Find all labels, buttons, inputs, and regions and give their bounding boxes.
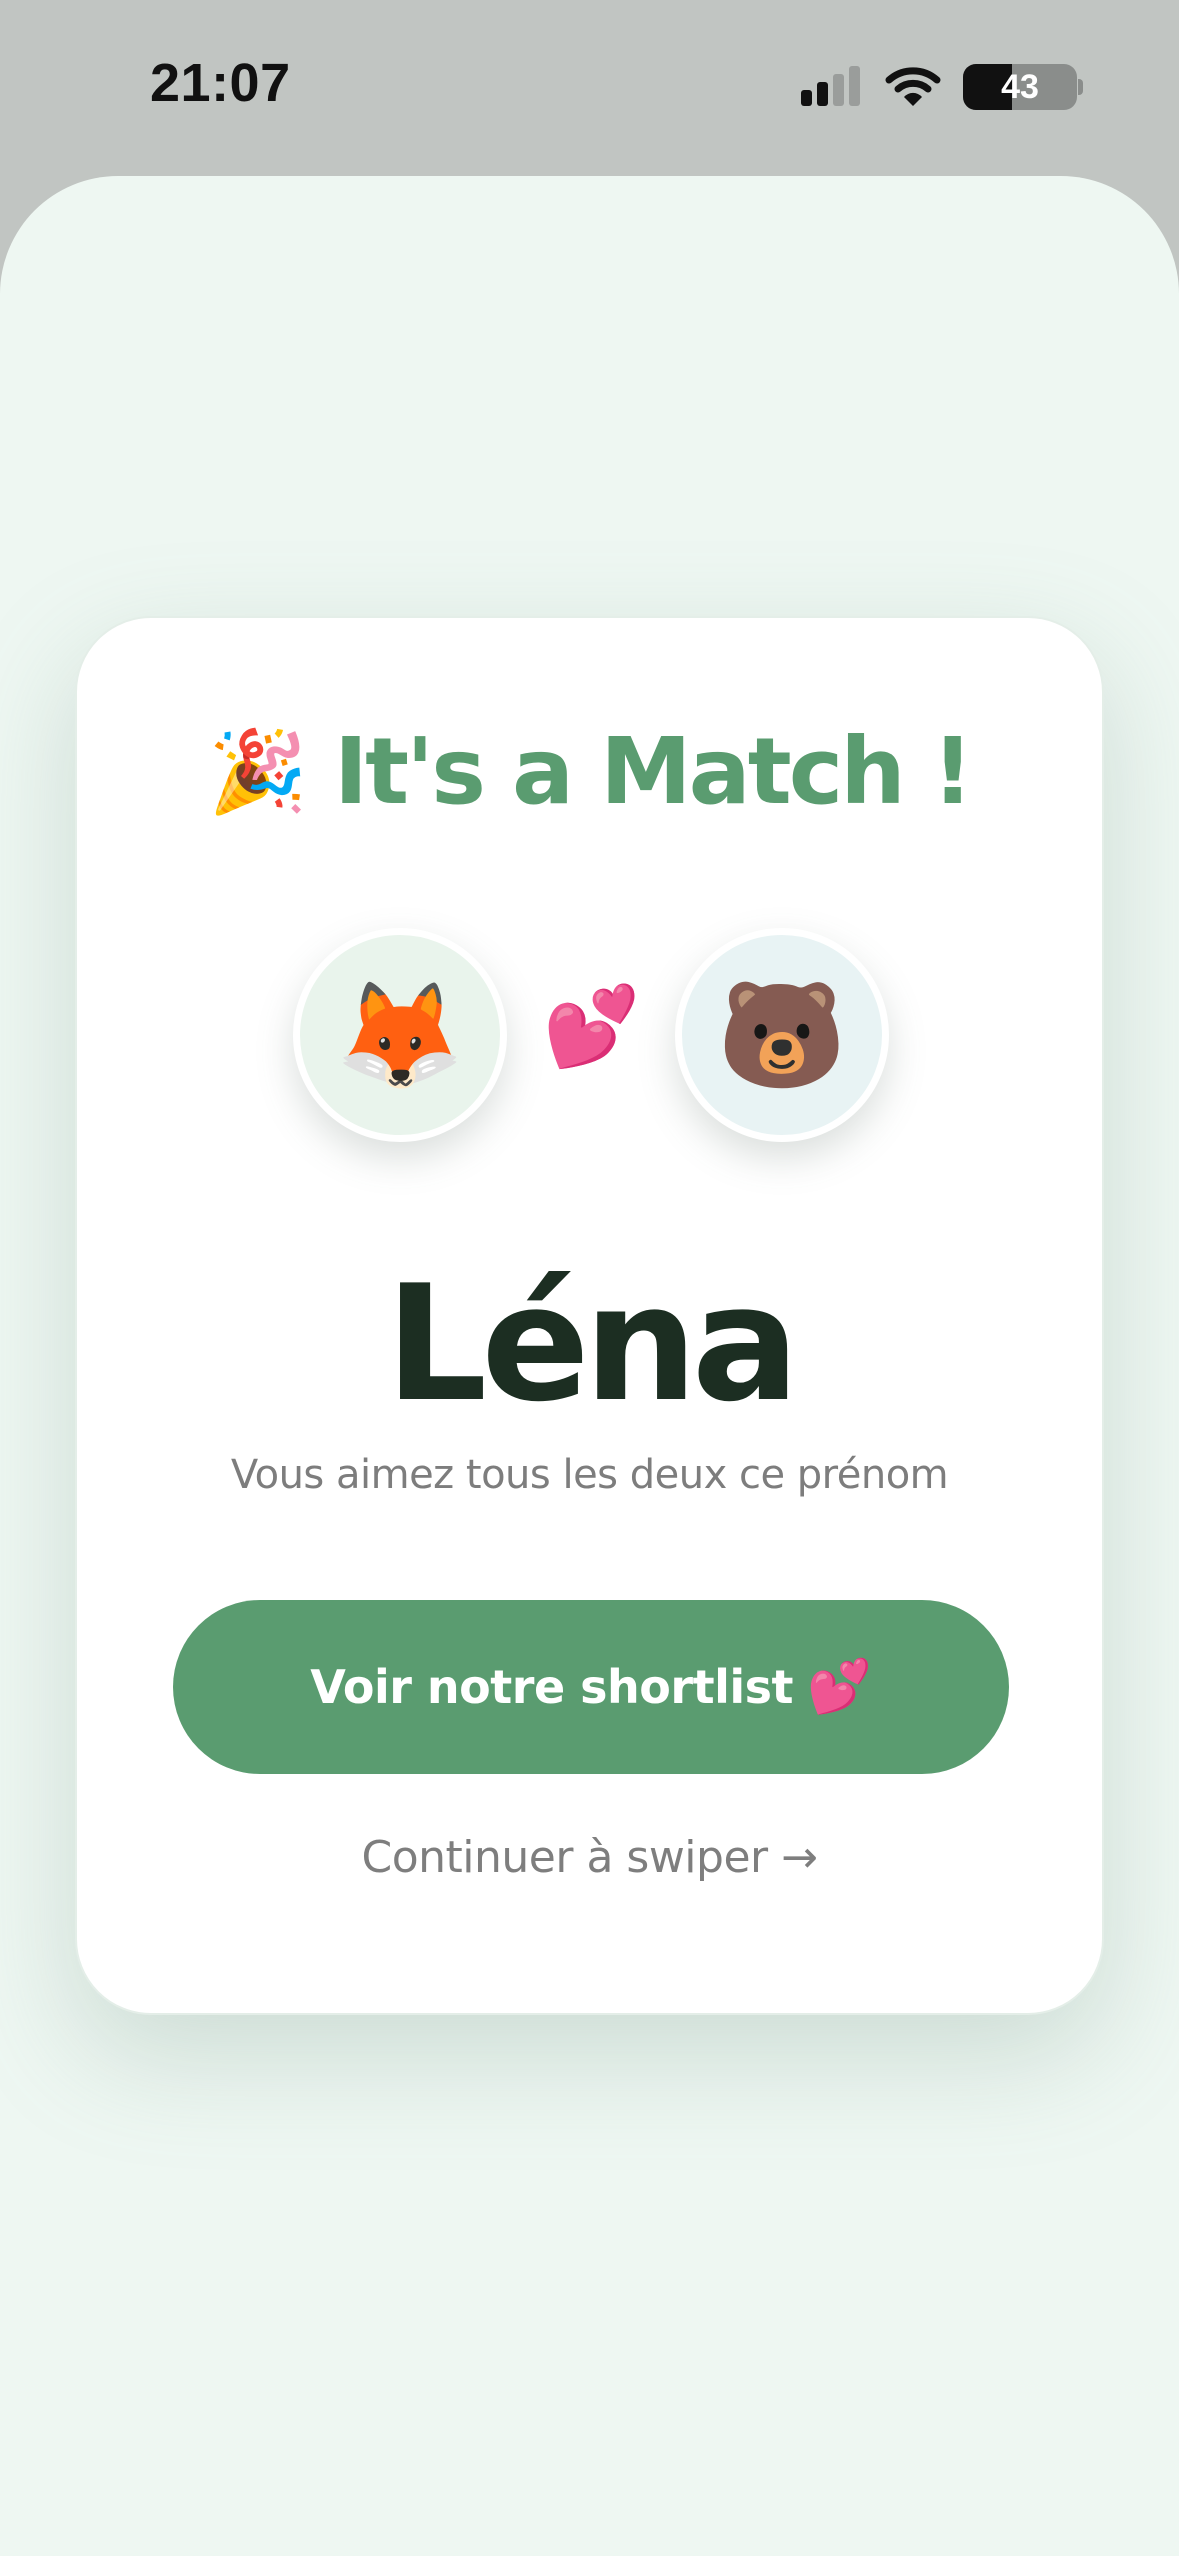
match-title-text: It's a Match ! [333,718,974,825]
status-icons: 43 [801,62,1083,112]
fox-avatar: 🦊 [293,928,507,1142]
view-shortlist-button[interactable]: Voir notre shortlist 💕 [173,1600,1009,1774]
party-popper-icon: 🎉 [208,724,308,818]
continue-swiping-link[interactable]: Continuer à swiper → [77,1832,1102,1883]
matched-name: Léna [385,1250,799,1437]
battery-icon: 43 [963,62,1083,112]
match-card: 🎉 It's a Match ! 🦊 💕 🐻 Léna Vous aimez t… [75,616,1104,2015]
avatars-row: 🦊 💕 🐻 [77,928,1102,1142]
status-time: 21:07 [150,53,291,113]
bear-avatar: 🐻 [675,928,889,1142]
signal-icon [801,66,860,106]
battery-body: 43 [963,64,1077,110]
battery-tip [1078,79,1083,95]
battery-level: 43 [1001,68,1039,106]
view-shortlist-label: Voir notre shortlist [310,1660,793,1714]
two-hearts-icon: 💕 [543,982,641,1072]
status-bar: 21:07 43 [0,0,1179,176]
match-title: 🎉 It's a Match ! [77,718,1102,825]
two-hearts-icon: 💕 [806,1657,872,1717]
match-subtitle: Vous aimez tous les deux ce prénom [230,1452,949,1498]
fox-icon: 🦊 [335,974,465,1096]
wifi-icon [885,67,941,106]
bear-icon: 🐻 [717,974,847,1096]
